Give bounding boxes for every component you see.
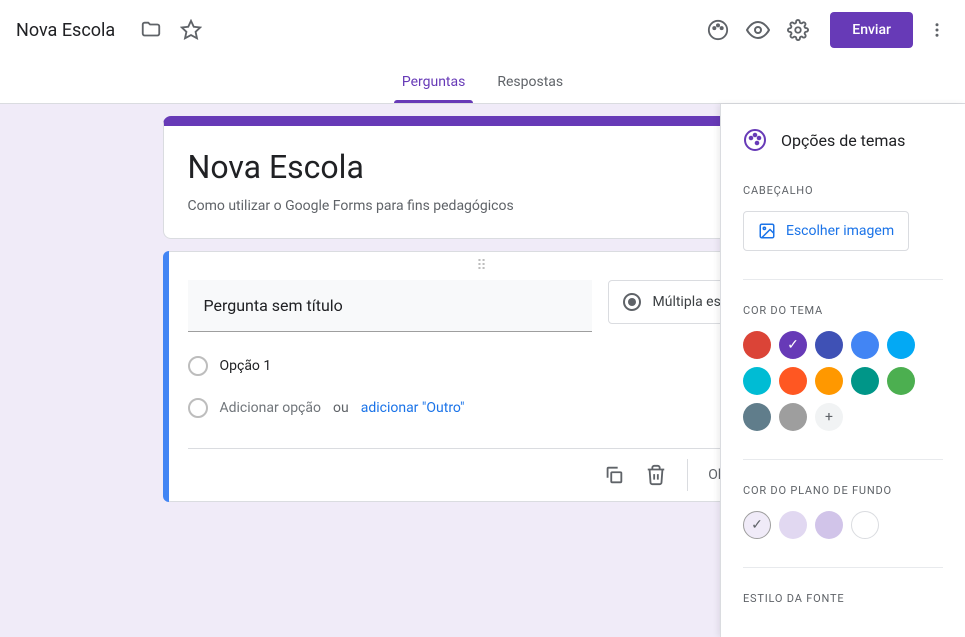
form-description[interactable]: Como utilizar o Google Forms para fins p… — [188, 198, 778, 214]
app-header: Nova Escola Enviar — [0, 0, 965, 60]
palette-icon[interactable] — [706, 18, 730, 42]
option-label[interactable]: Opção 1 — [220, 358, 272, 374]
add-option-row: Adicionar opção ou adicionar "Outro" — [188, 398, 778, 418]
palette-icon — [743, 128, 767, 152]
add-other[interactable]: adicionar "Outro" — [361, 400, 465, 416]
bg-color-swatch[interactable] — [779, 511, 807, 539]
theme-color-swatch[interactable] — [851, 331, 879, 359]
radio-outline-icon — [188, 398, 208, 418]
send-button[interactable]: Enviar — [830, 12, 913, 48]
theme-color-swatch[interactable] — [887, 331, 915, 359]
theme-color-swatch[interactable] — [815, 367, 843, 395]
preview-icon[interactable] — [746, 18, 770, 42]
form-title[interactable]: Nova Escola — [188, 148, 778, 186]
font-style-label: Estilo da fonte — [743, 592, 943, 605]
header-section-label: Cabeçalho — [743, 184, 943, 197]
bg-color-swatches: ✓ — [743, 511, 943, 539]
bg-color-label: Cor do plano de fundo — [743, 484, 943, 497]
theme-color-swatch[interactable] — [779, 367, 807, 395]
bg-color-swatch[interactable] — [851, 511, 879, 539]
duplicate-icon[interactable] — [603, 464, 625, 486]
theme-color-swatch[interactable] — [779, 403, 807, 431]
theme-color-swatches: ✓+ — [743, 331, 943, 431]
theme-panel: Opções de temas Cabeçalho Escolher image… — [720, 104, 965, 637]
more-icon[interactable] — [925, 21, 949, 39]
bg-color-swatch[interactable]: ✓ — [743, 511, 771, 539]
divider — [687, 459, 688, 491]
theme-color-swatch[interactable]: ✓ — [779, 331, 807, 359]
title-card[interactable]: Nova Escola Como utilizar o Google Forms… — [163, 116, 803, 239]
option-row[interactable]: Opção 1 — [188, 356, 778, 376]
radio-outline-icon — [188, 356, 208, 376]
question-input[interactable] — [188, 280, 592, 332]
delete-icon[interactable] — [645, 464, 667, 486]
tab-responses[interactable]: Respostas — [481, 60, 579, 103]
or-text: ou — [333, 400, 349, 416]
theme-color-swatch[interactable] — [887, 367, 915, 395]
star-icon[interactable] — [179, 18, 203, 42]
tabs: Perguntas Respostas — [0, 60, 965, 104]
image-icon — [758, 222, 776, 240]
drag-handle-icon[interactable]: ⠿ — [188, 258, 778, 274]
choose-image-label: Escolher imagem — [786, 223, 894, 239]
theme-color-swatch[interactable] — [851, 367, 879, 395]
radio-icon — [623, 293, 641, 311]
theme-color-swatch[interactable] — [743, 331, 771, 359]
theme-color-label: Cor do tema — [743, 304, 943, 317]
choose-image-button[interactable]: Escolher imagem — [743, 211, 909, 251]
settings-icon[interactable] — [786, 18, 810, 42]
add-color-button[interactable]: + — [815, 403, 843, 431]
tab-questions[interactable]: Perguntas — [386, 60, 482, 103]
question-card[interactable]: ⠿ Múltipla escolha Opção 1 Adicionar opç… — [163, 251, 803, 502]
theme-color-swatch[interactable] — [815, 331, 843, 359]
folder-icon[interactable] — [139, 18, 163, 42]
theme-color-swatch[interactable] — [743, 367, 771, 395]
form-name[interactable]: Nova Escola — [16, 20, 115, 41]
add-option[interactable]: Adicionar opção — [220, 400, 322, 416]
bg-color-swatch[interactable] — [815, 511, 843, 539]
panel-title: Opções de temas — [781, 131, 905, 150]
theme-color-swatch[interactable] — [743, 403, 771, 431]
